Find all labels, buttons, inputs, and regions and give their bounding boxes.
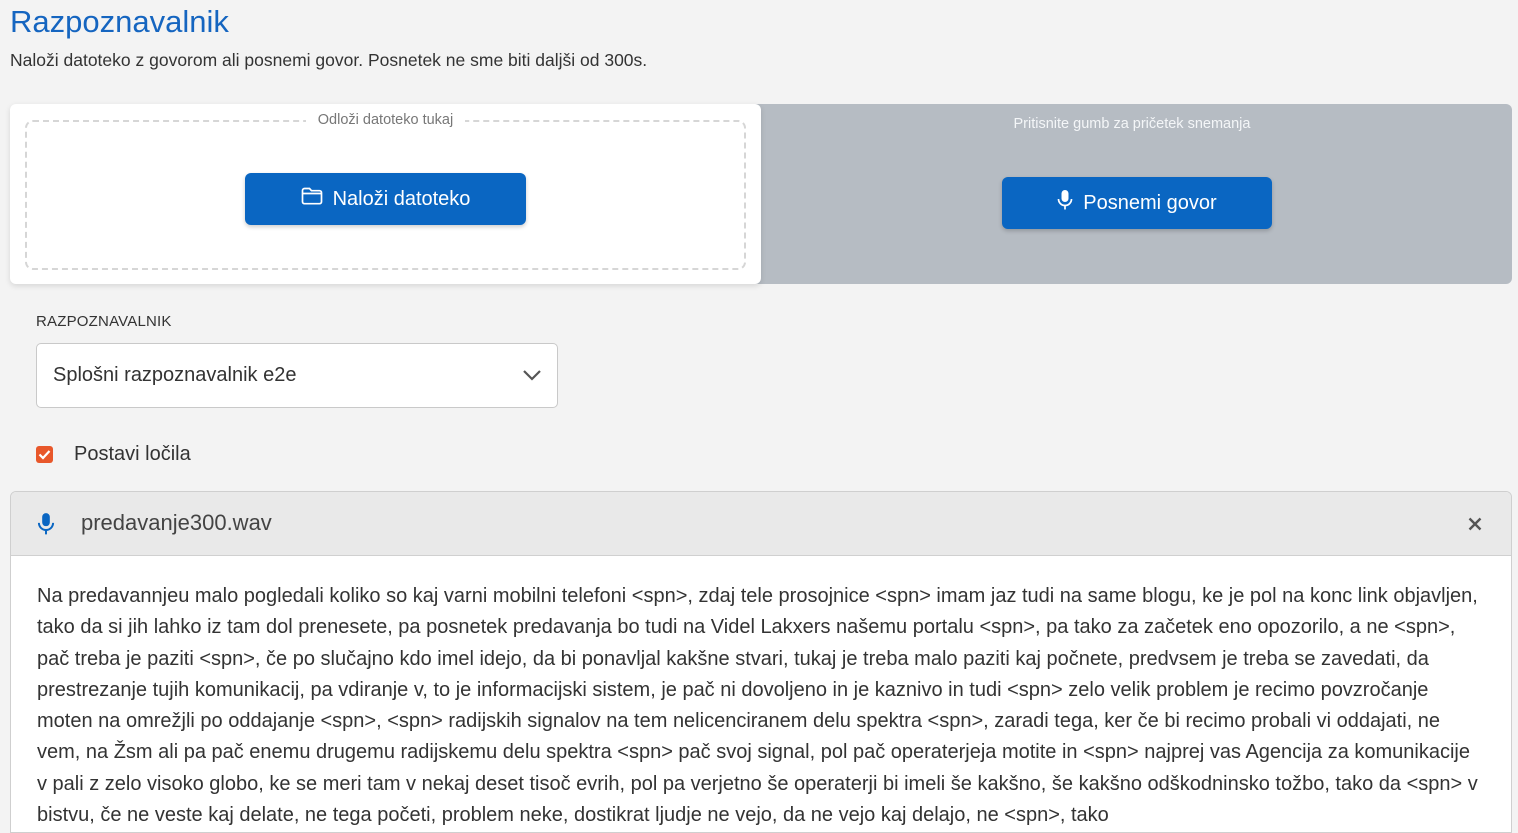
result-header: predavanje300.wav xyxy=(11,492,1511,556)
punctuation-option[interactable]: Postavi ločila xyxy=(36,443,191,466)
upload-file-button[interactable]: Naloži datoteko xyxy=(245,173,526,225)
record-button-label: Posnemi govor xyxy=(1083,191,1217,214)
page-title: Razpoznavalnik xyxy=(10,4,229,39)
record-speech-button[interactable]: Posnemi govor xyxy=(1002,177,1272,229)
recognizer-select[interactable]: Splošni razpoznavalnik e2e xyxy=(36,343,558,408)
upload-panel: Odloži datoteko tukaj Naloži datoteko xyxy=(10,104,761,284)
page-subtitle: Naloži datoteko z govorom ali posnemi go… xyxy=(10,50,648,70)
dropzone-legend: Odloži datoteko tukaj xyxy=(27,111,744,129)
chevron-down-icon xyxy=(521,364,543,386)
result-filename: predavanje300.wav xyxy=(81,510,272,535)
recognizer-label: RAZPOZNAVALNIK xyxy=(36,313,172,330)
punctuation-checkbox[interactable] xyxy=(36,446,53,463)
microphone-icon xyxy=(37,512,55,541)
recognizer-selected-value: Splošni razpoznavalnik e2e xyxy=(53,364,297,386)
record-hint: Pritisnite gumb za pričetek snemanja xyxy=(1013,116,1251,132)
upload-button-label: Naloži datoteko xyxy=(332,187,471,210)
transcription-result-card: predavanje300.wav Na predavannjeu malo p… xyxy=(10,491,1512,833)
transcript-text: Na predavannjeu malo pogledali koliko so… xyxy=(37,585,1478,827)
file-dropzone[interactable]: Odloži datoteko tukaj Naloži datoteko xyxy=(25,112,746,270)
record-panel: Pritisnite gumb za pričetek snemanja Pos… xyxy=(752,104,1512,284)
folder-icon xyxy=(301,187,323,211)
punctuation-label: Postavi ločila xyxy=(74,443,191,465)
dropzone-label: Odloži datoteko tukaj xyxy=(305,112,466,128)
microphone-icon xyxy=(1057,189,1073,217)
close-icon[interactable] xyxy=(1467,516,1483,532)
